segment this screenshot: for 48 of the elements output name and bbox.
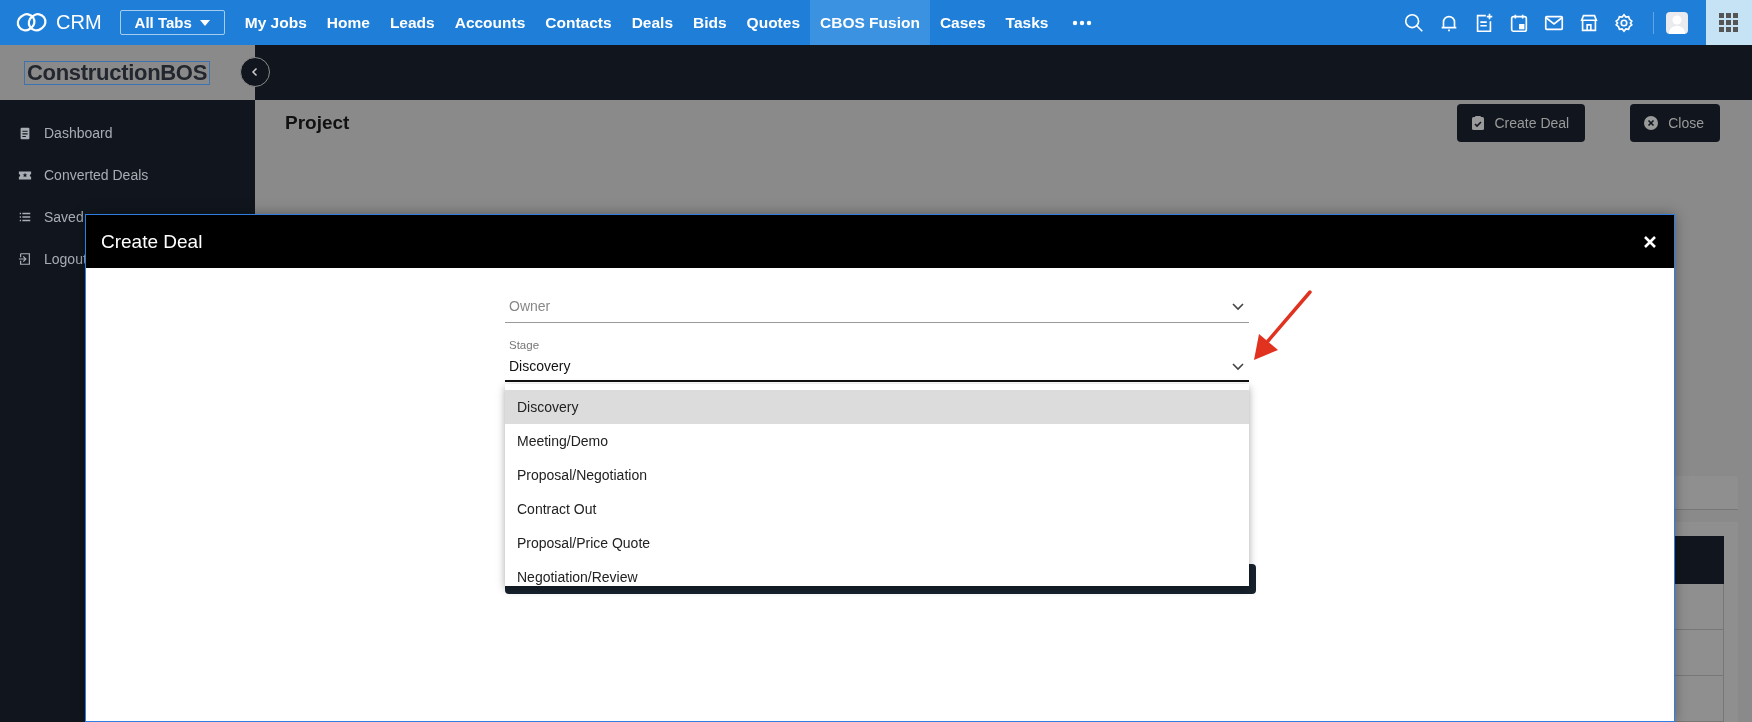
- nav-tab[interactable]: Contacts: [535, 0, 622, 45]
- chevron-down-icon: [1231, 361, 1245, 371]
- nav-tab[interactable]: Quotes: [736, 0, 810, 45]
- all-tabs-dropdown[interactable]: All Tabs: [119, 10, 225, 35]
- brand-logo-icon[interactable]: [16, 11, 48, 34]
- sidebar-item[interactable]: Dashboard: [44, 125, 113, 141]
- nav-tab[interactable]: Bids: [683, 0, 737, 45]
- page-title: Project: [285, 112, 350, 135]
- app-grid-icon[interactable]: [1719, 12, 1739, 33]
- nav-tab[interactable]: Leads: [379, 0, 445, 45]
- brand-name: CRM: [56, 11, 102, 34]
- close-icon[interactable]: [1642, 233, 1658, 250]
- nav-tab[interactable]: Home: [316, 0, 380, 45]
- chevron-left-icon: [250, 67, 260, 77]
- nav-tab[interactable]: Cases: [929, 0, 996, 45]
- dialog-title: Create Deal: [101, 230, 203, 253]
- dropdown-option[interactable]: Negotiation/Review: [505, 560, 1249, 586]
- caret-icon: [199, 19, 210, 26]
- dropdown-option[interactable]: Meeting/Demo: [505, 424, 1249, 458]
- avatar-icon[interactable]: [1666, 11, 1688, 34]
- dropdown-option[interactable]: Proposal/Price Quote: [505, 526, 1249, 560]
- dropdown-option[interactable]: Contract Out: [505, 492, 1249, 526]
- close-circle-icon: [1643, 115, 1660, 132]
- close-button[interactable]: Close: [1630, 104, 1720, 143]
- logo-text: ConstructionBOS: [24, 60, 211, 85]
- stage-select[interactable]: Stage Discovery: [505, 339, 1249, 382]
- more-icon[interactable]: [1072, 19, 1093, 26]
- clipboard-check-icon: [1469, 115, 1486, 132]
- dropdown-option[interactable]: Proposal/Negotiation: [505, 458, 1249, 492]
- nav-tab[interactable]: Accounts: [444, 0, 536, 45]
- dropdown-option[interactable]: Discovery: [505, 390, 1249, 424]
- collapse-button[interactable]: [240, 57, 270, 87]
- sidebar-item[interactable]: Logout: [44, 251, 87, 267]
- nav-tab[interactable]: CBOS Fusion: [810, 0, 930, 45]
- logout-icon: [18, 252, 32, 266]
- nav-tab[interactable]: Deals: [621, 0, 683, 45]
- chevron-down-icon: [1231, 301, 1245, 311]
- owner-select[interactable]: Owner: [505, 290, 1249, 323]
- sidebar-item[interactable]: Converted Deals: [44, 167, 149, 183]
- clipboard-icon: [18, 126, 32, 140]
- sidebar-item[interactable]: Saved: [44, 209, 84, 225]
- annotation-arrow: [1254, 290, 1312, 360]
- nav-tab[interactable]: My Jobs: [234, 0, 317, 45]
- settings-icon[interactable]: [1612, 11, 1635, 34]
- nav-tab[interactable]: Tasks: [995, 0, 1059, 45]
- list-icon: [18, 210, 32, 224]
- search-icon[interactable]: [1402, 11, 1425, 34]
- create-deal-button[interactable]: Create Deal: [1456, 104, 1586, 143]
